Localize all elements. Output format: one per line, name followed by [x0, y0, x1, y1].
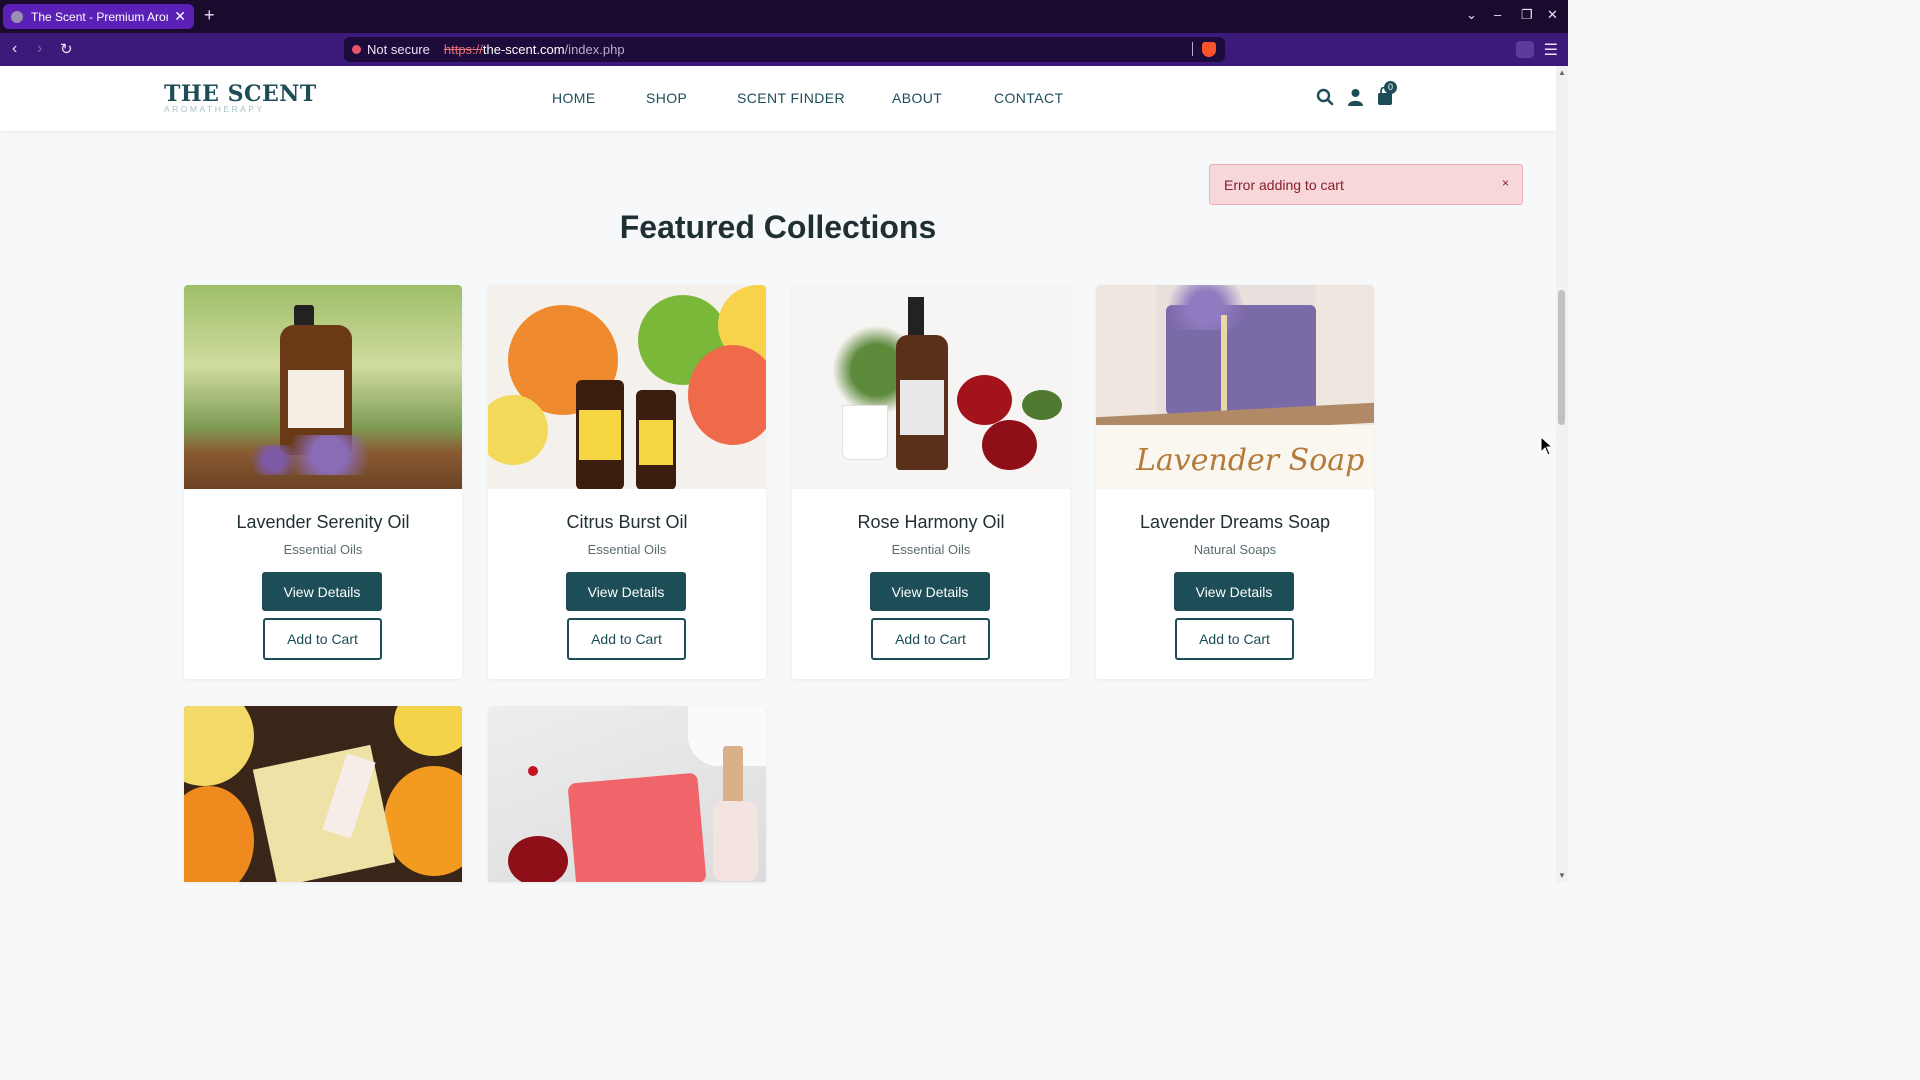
section-title: Featured Collections: [619, 209, 937, 245]
nav-home[interactable]: HOME: [552, 90, 596, 106]
add-to-cart-button[interactable]: Add to Cart: [263, 618, 382, 660]
product-name: Rose Harmony Oil: [857, 512, 1005, 532]
toast-close-button[interactable]: ×: [1502, 176, 1509, 190]
wallet-icon[interactable]: [1516, 41, 1534, 58]
view-details-button[interactable]: View Details: [870, 572, 990, 611]
product-category: Essential Oils: [891, 542, 971, 557]
product-image[interactable]: [488, 285, 766, 489]
scrollbar-thumb[interactable]: [1558, 290, 1565, 425]
product-image[interactable]: [184, 706, 462, 882]
product-name: Lavender Dreams Soap: [1139, 512, 1331, 532]
url-host: the-scent.com: [482, 42, 565, 57]
product-image[interactable]: Lavender Soap: [1096, 285, 1374, 489]
nav-about[interactable]: ABOUT: [892, 90, 942, 106]
product-card: Lavender Serenity Oil Essential Oils Vie…: [184, 285, 462, 679]
product-category: Essential Oils: [283, 542, 363, 557]
toast-message: Error adding to cart: [1224, 176, 1344, 193]
cart-count-badge: 0: [1384, 81, 1397, 94]
not-secure-icon: [352, 45, 361, 54]
add-to-cart-button[interactable]: Add to Cart: [567, 618, 686, 660]
add-to-cart-button[interactable]: Add to Cart: [1175, 618, 1294, 660]
browser-tab-strip: The Scent - Premium Arom ✕ + ⌄ – ❐ ✕: [0, 0, 1568, 33]
url-scheme: https://: [443, 42, 483, 57]
view-details-button[interactable]: View Details: [262, 572, 382, 611]
product-image[interactable]: [184, 285, 462, 489]
forward-icon[interactable]: ›: [37, 40, 42, 58]
soap-banner-text: Lavender Soap: [1136, 443, 1365, 478]
product-name: Lavender Serenity Oil: [236, 512, 410, 532]
not-secure-label: Not secure: [367, 42, 430, 57]
close-tab-icon[interactable]: ✕: [174, 8, 186, 25]
brave-shield-icon[interactable]: [1202, 42, 1216, 57]
product-card: [184, 706, 462, 882]
browser-toolbar: ‹ › ↻ Not secure https:// the-scent.com …: [0, 33, 1568, 66]
minimize-icon[interactable]: –: [1494, 7, 1501, 22]
page-scrollbar[interactable]: ▲ ▼: [1556, 66, 1568, 882]
back-icon[interactable]: ‹: [12, 40, 17, 58]
menu-icon[interactable]: ☰: [1544, 40, 1558, 60]
product-category: Natural Soaps: [1193, 542, 1277, 557]
error-toast: Error adding to cart ×: [1209, 164, 1523, 205]
address-bar[interactable]: Not secure https:// the-scent.com /index…: [344, 37, 1225, 62]
view-details-button[interactable]: View Details: [1174, 572, 1294, 611]
new-tab-icon[interactable]: +: [204, 5, 215, 26]
add-to-cart-button[interactable]: Add to Cart: [871, 618, 990, 660]
close-window-icon[interactable]: ✕: [1547, 7, 1558, 23]
search-icon[interactable]: [1316, 88, 1334, 111]
product-image[interactable]: [488, 706, 766, 882]
nav-contact[interactable]: CONTACT: [994, 90, 1063, 106]
scroll-down-icon[interactable]: ▼: [1558, 871, 1566, 880]
product-card: [488, 706, 766, 882]
nav-scent-finder[interactable]: SCENT FINDER: [737, 90, 845, 106]
mouse-cursor-icon: [1540, 436, 1554, 456]
product-name: Citrus Burst Oil: [566, 512, 688, 532]
reload-icon[interactable]: ↻: [60, 40, 73, 58]
url-path: /index.php: [564, 42, 625, 57]
browser-tab[interactable]: The Scent - Premium Arom ✕: [3, 4, 194, 29]
nav-shop[interactable]: SHOP: [646, 90, 687, 106]
site-header: THE SCENT AROMATHERAPY HOME SHOP SCENT F…: [0, 66, 1556, 131]
view-details-button[interactable]: View Details: [566, 572, 686, 611]
tab-list-icon[interactable]: ⌄: [1466, 7, 1477, 23]
tab-title: The Scent - Premium Arom: [31, 9, 169, 24]
user-icon[interactable]: [1348, 88, 1363, 111]
maximize-icon[interactable]: ❐: [1521, 7, 1533, 23]
product-card: Lavender Soap Lavender Dreams Soap Natur…: [1096, 285, 1374, 679]
product-card: Citrus Burst Oil Essential Oils View Det…: [488, 285, 766, 679]
product-card: Rose Harmony Oil Essential Oils View Det…: [792, 285, 1070, 679]
product-image[interactable]: [792, 285, 1070, 489]
globe-icon: [11, 10, 23, 23]
url-divider: [1192, 42, 1193, 56]
scroll-up-icon[interactable]: ▲: [1558, 68, 1566, 77]
product-category: Essential Oils: [587, 542, 667, 557]
site-logo[interactable]: THE SCENT AROMATHERAPY: [164, 81, 317, 114]
